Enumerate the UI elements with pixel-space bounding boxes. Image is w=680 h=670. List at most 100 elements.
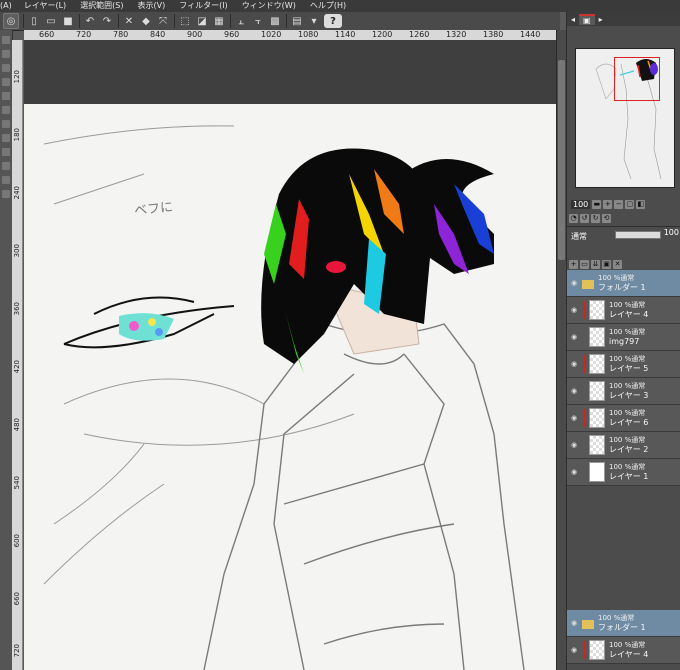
tab-navigator-active[interactable]: ▣ [579,13,595,25]
eye-icon[interactable]: ◉ [571,360,579,368]
snap-icon[interactable]: ⫠ [234,14,248,28]
tool-icon[interactable] [2,162,10,170]
transform-icon[interactable]: ⤧ [156,14,170,28]
layer-thumbnail [589,300,605,320]
tool-icon[interactable] [2,64,10,72]
tool-icon[interactable] [2,148,10,156]
opacity-fill [616,232,660,238]
layer-row[interactable]: ◉ 100 %通常 レイヤー 4 [567,297,680,324]
lock-icon[interactable]: ▣ [602,259,611,269]
eye-icon[interactable]: ◉ [571,333,579,341]
eye-icon[interactable]: ◉ [571,306,579,314]
layer-thumbnail [589,381,605,401]
tool-icon[interactable] [2,176,10,184]
delete-layer-icon[interactable]: ✕ [613,259,622,269]
open-folder-icon[interactable]: ▭ [44,14,58,28]
flip-icon[interactable]: ◧ [636,199,646,209]
rotate-left-icon[interactable]: ↺ [580,213,589,223]
opacity-value[interactable]: 100 [664,228,679,237]
undo-icon[interactable]: ↶ [83,14,97,28]
eye-icon[interactable]: ◉ [571,619,579,627]
menu-item-window[interactable]: ウィンドウ(W) [242,0,296,12]
tool-icon[interactable] [2,134,10,142]
coat-line [323,323,525,670]
selection-icon[interactable]: ▦ [212,14,226,28]
eye-icon[interactable]: ◉ [571,646,579,654]
layer-thumbnail [589,435,605,455]
layer-color-mark [583,328,586,346]
eye-icon[interactable]: ◉ [571,279,579,287]
fit-icon[interactable]: ▢ [625,199,635,209]
navigator-preview[interactable] [575,48,675,188]
sketch-line [43,125,235,145]
layer-mode: 100 %通常 [609,355,646,363]
layer-row[interactable]: ◉ 100 %通常 レイヤー 5 [567,351,680,378]
eye-icon[interactable]: ◉ [571,468,579,476]
sketch-line [53,173,145,205]
layer-row-folder[interactable]: ◉ 100 %通常 フォルダー 1 [567,610,680,637]
layer-row[interactable]: ◉ 100 %通常 レイヤー 3 [567,378,680,405]
tab-more[interactable]: ▸ [595,15,607,24]
merge-icon[interactable]: ⇊ [591,259,600,269]
chevron-down-icon[interactable]: ▾ [307,14,321,28]
ruler-tick: 600 [13,534,21,548]
menu-item-a[interactable]: (A) [0,0,12,12]
blend-mode-select[interactable]: 通常 [571,231,587,242]
drawing-canvas[interactable]: ベフに [24,104,556,670]
divider [118,14,119,28]
fill-icon[interactable]: ◆ [139,14,153,28]
snap-grid-icon[interactable]: ▩ [268,14,282,28]
rotate-right-icon[interactable]: ↻ [591,213,600,223]
snap-ruler-icon[interactable]: ⫟ [251,14,265,28]
layer-row-paper[interactable]: ◉ 100 %通常 レイヤー 1 [567,459,680,486]
rotate-slider-icon[interactable]: ◔ [569,213,578,223]
tool-icon[interactable] [2,36,10,44]
opacity-slider[interactable] [615,231,661,239]
deselect-icon[interactable]: ⬚ [178,14,192,28]
layer-row[interactable]: ◉ 100 %通常 レイヤー 6 [567,405,680,432]
menu-item-selection[interactable]: 選択範囲(S) [80,0,123,12]
folder-icon [582,619,594,629]
settings-icon[interactable]: ▤ [290,14,304,28]
zoom-in-icon[interactable]: + [603,199,613,209]
redo-icon[interactable]: ↷ [100,14,114,28]
eye-icon[interactable]: ◉ [571,441,579,449]
eye-icon[interactable]: ◉ [571,387,579,395]
divider [79,14,80,28]
menu-item-help[interactable]: ヘルプ(H) [310,0,346,12]
reset-icon[interactable]: ⟲ [602,213,611,223]
tool-icon[interactable] [2,106,10,114]
app-logo-icon[interactable]: ◎ [3,13,19,29]
layer-row[interactable]: ◉ 100 %通常 img797 [567,324,680,351]
tool-icon[interactable] [2,92,10,100]
tool-icon[interactable] [2,78,10,86]
zoom-value[interactable]: 100 [571,199,591,209]
help-icon[interactable]: ? [324,14,342,28]
invert-selection-icon[interactable]: ◪ [195,14,209,28]
layer-row[interactable]: ◉ 100 %通常 レイヤー 2 [567,432,680,459]
scrollbar-thumb[interactable] [558,60,565,260]
tool-icon[interactable] [2,50,10,58]
layer-mode: 100 %通常 [609,328,646,336]
layer-row[interactable]: ◉ 100 %通常 レイヤー 4 [567,637,680,664]
menu-item-view[interactable]: 表示(V) [138,0,166,12]
menu-item-layer[interactable]: レイヤー(L) [24,0,66,12]
command-bar: ◎ ▯ ▭ ■ ↶ ↷ ✕ ◆ ⤧ ⬚ ◪ ▦ ⫠ ⫟ ▩ ▤ ▾ ? [0,12,560,31]
new-layer-icon[interactable]: + [569,259,578,269]
navigator-viewport-rect[interactable] [614,57,660,101]
new-folder-icon[interactable]: ▭ [580,259,589,269]
menu-item-filter[interactable]: フィルター(I) [179,0,227,12]
tool-icon[interactable] [2,190,10,198]
zoom-out-icon[interactable]: − [614,199,624,209]
clear-icon[interactable]: ✕ [122,14,136,28]
folder-icon [582,279,594,289]
tab-navigator[interactable]: ◂ [567,15,579,24]
eye-icon[interactable]: ◉ [571,414,579,422]
layer-row-folder[interactable]: ◉ 100 %通常 フォルダー 1 [567,270,680,297]
zoom-slider-icon[interactable]: ▬ [592,199,602,209]
divider [230,14,231,28]
save-icon[interactable]: ■ [61,14,75,28]
new-file-icon[interactable]: ▯ [27,14,41,28]
tool-icon[interactable] [2,120,10,128]
layer-name: フォルダー 1 [598,623,646,632]
